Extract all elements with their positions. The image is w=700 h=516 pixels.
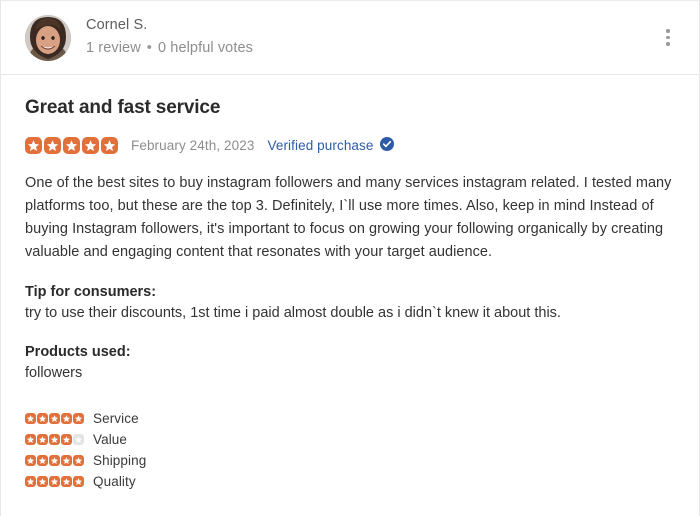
- star-icon: [73, 413, 84, 424]
- helpful-votes: 0 helpful votes: [157, 40, 253, 56]
- kebab-dot: [666, 42, 670, 46]
- subrating-label: Shipping: [93, 453, 147, 468]
- star-icon: [25, 413, 36, 424]
- star-icon: [25, 455, 36, 466]
- products-section: Products used: followers: [25, 344, 675, 384]
- author-meta: 1 review • 0 helpful votes: [86, 39, 253, 59]
- rating-line: February 24th, 2023 Verified purchase: [25, 137, 675, 154]
- star-icon: [49, 413, 60, 424]
- subrating-label: Value: [93, 432, 128, 447]
- verified-purchase[interactable]: Verified purchase: [267, 137, 394, 154]
- meta-separator: •: [146, 40, 152, 56]
- review-count: 1 review: [86, 40, 141, 56]
- subrating-label: Service: [93, 411, 139, 426]
- subratings-list: Service Value Shipping Quality: [25, 408, 675, 492]
- products-label: Products used:: [25, 344, 131, 360]
- verified-check-icon: [379, 137, 394, 154]
- subrating-stars-shipping: [25, 455, 84, 466]
- tip-label: Tip for consumers:: [25, 284, 157, 300]
- star-icon: [25, 434, 36, 445]
- star-icon: [63, 137, 80, 154]
- star-icon: [44, 137, 61, 154]
- star-icon: [61, 413, 72, 424]
- subrating-row: Shipping: [25, 450, 675, 471]
- review-title: Great and fast service: [25, 97, 221, 118]
- star-icon: [37, 476, 48, 487]
- star-icon: [49, 476, 60, 487]
- star-icon: [49, 455, 60, 466]
- star-icon: [82, 137, 99, 154]
- star-icon: [73, 434, 84, 445]
- star-icon: [37, 413, 48, 424]
- star-icon: [37, 434, 48, 445]
- subrating-stars-value: [25, 434, 84, 445]
- kebab-dot: [666, 35, 670, 40]
- subrating-stars-quality: [25, 476, 84, 487]
- star-icon: [61, 476, 72, 487]
- star-icon: [61, 434, 72, 445]
- star-icon: [37, 455, 48, 466]
- star-icon: [73, 476, 84, 487]
- subrating-stars-service: [25, 413, 84, 424]
- avatar: [25, 14, 71, 61]
- star-icon: [25, 476, 36, 487]
- review-body: Great and fast service February 24th, 20…: [1, 75, 699, 516]
- star-icon: [25, 137, 42, 154]
- products-value: followers: [25, 365, 83, 381]
- tip-section: Tip for consumers: try to use their disc…: [25, 284, 675, 324]
- tip-value: try to use their discounts, 1st time i p…: [25, 305, 561, 321]
- overall-star-rating: [25, 137, 118, 154]
- review-header: Cornel S. 1 review • 0 helpful votes: [1, 1, 699, 75]
- subrating-row: Quality: [25, 471, 675, 492]
- star-icon: [61, 455, 72, 466]
- star-icon: [73, 455, 84, 466]
- review-text: One of the best sites to buy instagram f…: [25, 175, 672, 260]
- kebab-dot: [666, 29, 670, 33]
- subrating-label: Quality: [93, 474, 136, 489]
- kebab-menu-icon[interactable]: [657, 26, 679, 50]
- verified-purchase-label: Verified purchase: [267, 138, 374, 153]
- subrating-row: Service: [25, 408, 675, 429]
- review-date: February 24th, 2023: [131, 138, 255, 153]
- author-name[interactable]: Cornel S.: [86, 16, 253, 36]
- star-icon: [101, 137, 118, 154]
- subrating-row: Value: [25, 429, 675, 450]
- star-icon: [49, 434, 60, 445]
- review-card: Cornel S. 1 review • 0 helpful votes Great…: [0, 0, 700, 516]
- author-block: Cornel S. 1 review • 0 helpful votes: [86, 16, 253, 58]
